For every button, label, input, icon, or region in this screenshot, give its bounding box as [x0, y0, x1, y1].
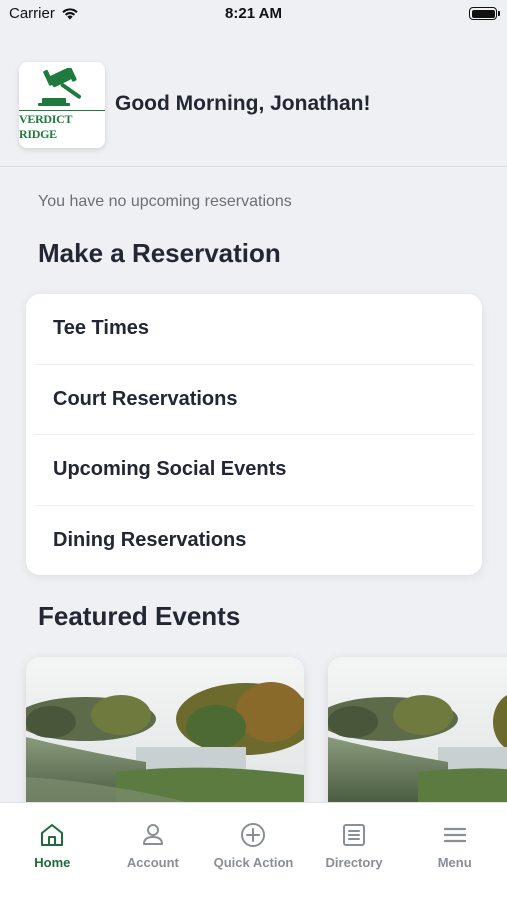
tab-quick-action[interactable]: Quick Action	[203, 803, 303, 900]
bottom-tab-bar: Home Account Quick Action Directory Menu	[0, 802, 507, 900]
featured-event-card[interactable]	[26, 657, 304, 817]
social-events-item[interactable]: Upcoming Social Events	[34, 435, 474, 506]
featured-events-title: Featured Events	[38, 601, 241, 631]
tab-label: Home	[34, 855, 71, 870]
make-reservation-title: Make a Reservation	[38, 238, 281, 268]
battery-icon	[469, 7, 500, 20]
gavel-icon	[38, 68, 82, 106]
home-icon	[41, 824, 64, 846]
logo-text: VERDICT RIDGE	[19, 110, 105, 142]
list-icon	[343, 824, 366, 846]
status-time: 8:21 AM	[225, 5, 282, 22]
tab-menu[interactable]: Menu	[405, 803, 505, 900]
featured-event-card[interactable]	[328, 657, 507, 817]
tab-account[interactable]: Account	[103, 803, 203, 900]
hamburger-icon	[443, 827, 466, 843]
tab-home[interactable]: Home	[2, 803, 102, 900]
greeting-text: Good Morning, Jonathan!	[115, 92, 371, 115]
status-bar: Carrier 8:21 AM	[0, 0, 507, 28]
reservation-options-card: Tee Times Court Reservations Upcoming So…	[26, 294, 482, 575]
event-photo	[26, 657, 304, 817]
tab-label: Directory	[325, 855, 383, 870]
tab-directory[interactable]: Directory	[304, 803, 404, 900]
dining-reservations-item[interactable]: Dining Reservations	[34, 506, 474, 576]
tee-times-item[interactable]: Tee Times	[34, 294, 474, 365]
event-photo	[328, 657, 507, 817]
plus-circle-icon	[241, 823, 266, 847]
person-icon	[142, 824, 163, 845]
club-logo: VERDICT RIDGE	[19, 62, 105, 148]
tab-label: Account	[126, 855, 179, 870]
home-header: VERDICT RIDGE Good Morning, Jonathan!	[0, 28, 507, 167]
tab-label: Menu	[437, 855, 472, 870]
tab-label: Quick Action	[213, 855, 294, 870]
no-reservations-message: You have no upcoming reservations	[38, 193, 292, 210]
court-reservations-item[interactable]: Court Reservations	[34, 365, 474, 435]
